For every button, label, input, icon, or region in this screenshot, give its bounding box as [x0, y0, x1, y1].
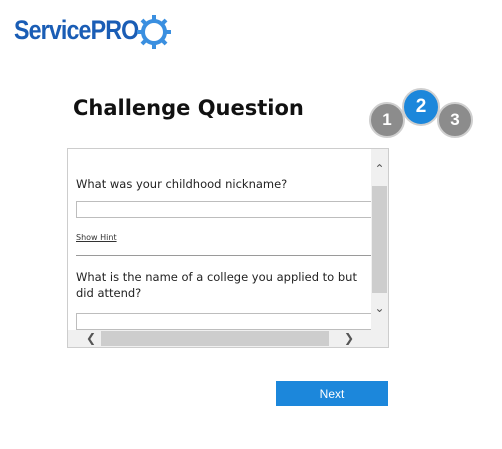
servicepro-logo: ServicePRO	[14, 13, 214, 53]
question-2-answer-input[interactable]	[76, 313, 371, 330]
show-hint-link[interactable]: Show Hint	[76, 233, 117, 242]
vertical-scrollbar[interactable]: ⌃ ⌄	[371, 149, 388, 330]
step-3-badge: 3	[437, 102, 473, 138]
scroll-down-chevron-icon[interactable]: ⌄	[371, 302, 388, 314]
gear-icon	[137, 15, 171, 49]
questions-scroll-area[interactable]: What was your childhood nickname? Show H…	[68, 149, 371, 330]
logo-text-pro: PRO	[90, 15, 140, 45]
step-indicator: 1 3 2	[368, 88, 478, 148]
question-1-answer-input[interactable]	[76, 201, 371, 218]
page-title: Challenge Question	[73, 96, 304, 120]
question-2-label: What is the name of a college you applie…	[76, 270, 357, 300]
logo-text-service: Service	[14, 15, 91, 45]
scroll-left-chevron-icon[interactable]: ❮	[84, 332, 98, 344]
horizontal-scroll-thumb[interactable]	[101, 331, 329, 346]
next-button[interactable]: Next	[276, 381, 388, 406]
step-1-badge: 1	[369, 102, 405, 138]
horizontal-scrollbar[interactable]: ❮ ❯	[68, 330, 371, 347]
question-divider	[76, 255, 371, 256]
step-2-badge-active: 2	[402, 88, 440, 126]
question-1-label: What was your childhood nickname?	[76, 177, 288, 191]
scroll-right-chevron-icon[interactable]: ❯	[342, 332, 356, 344]
scrollbar-corner	[371, 330, 388, 347]
questions-panel: What was your childhood nickname? Show H…	[67, 148, 389, 348]
vertical-scroll-thumb[interactable]	[372, 186, 387, 293]
scroll-up-chevron-icon[interactable]: ⌃	[371, 163, 388, 175]
logo-wordmark: ServicePRO	[14, 15, 140, 46]
